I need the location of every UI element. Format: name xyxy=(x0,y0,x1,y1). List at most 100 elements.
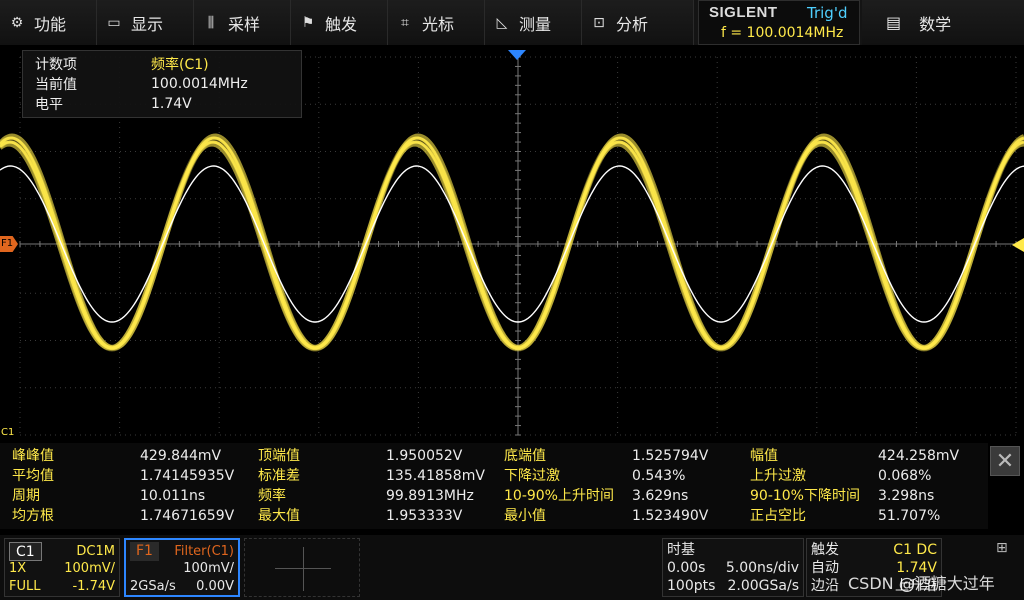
measurement-label: 正占空比 xyxy=(750,508,806,524)
measurement-label: 10-90%上升时间 xyxy=(504,488,614,504)
c1-offset-marker[interactable]: C1 xyxy=(1,427,14,438)
add-channel-slot[interactable] xyxy=(244,538,360,597)
trigger-mode: 自动 xyxy=(811,560,839,576)
measurement-label: 周期 xyxy=(12,488,40,504)
menu-display-label: 显示 xyxy=(131,14,164,34)
trigger-title: 触发 xyxy=(811,542,839,558)
menu-function[interactable]: ⚙ 功能 xyxy=(0,0,97,45)
math-label: 数学 xyxy=(919,14,952,34)
gear-icon: ⚙ xyxy=(10,14,24,31)
measurement-row: 均方根 1.74671659V 最大值 1.953333V 最小值 1.523490V 正占… xyxy=(0,506,988,526)
timebase-scale: 5.00ns/div xyxy=(725,560,799,576)
measurement-close-button[interactable]: ✕ xyxy=(990,446,1020,476)
trigger-status: Trig'd xyxy=(807,4,848,22)
measurement-value: 51.707% xyxy=(878,508,941,524)
menu-measure[interactable]: ◺ 测量 xyxy=(485,0,582,45)
ch1-waveform-trace xyxy=(0,141,1024,351)
measurement-label: 最大值 xyxy=(258,508,300,524)
channel-f1-rate: 2GSa/s xyxy=(130,579,176,594)
menu-trigger-label: 触发 xyxy=(325,14,358,34)
counter-value: 1.74V xyxy=(151,96,192,112)
timebase-rate: 2.00GSa/s xyxy=(727,578,800,594)
measurement-label: 平均值 xyxy=(12,468,54,484)
flag-icon: ⚑ xyxy=(301,14,315,31)
menu-cursor-label: 光标 xyxy=(422,14,455,34)
measurement-value: 1.525794V xyxy=(632,448,709,464)
measurement-value: 0.543% xyxy=(632,468,686,484)
counter-key: 当前值 xyxy=(35,77,77,93)
counter-key: 电平 xyxy=(35,97,63,113)
measurement-value: 1.953333V xyxy=(386,508,463,524)
measurement-label: 峰峰值 xyxy=(12,448,54,464)
measurement-label: 最小值 xyxy=(504,508,546,524)
watermark-text: CSDN @酒糖大过年 xyxy=(848,574,995,593)
channel-c1-scale: 100mV/ xyxy=(64,561,115,576)
counter-row: 电平 1.74V xyxy=(35,94,289,114)
menu-acquire-label: 采样 xyxy=(228,14,261,34)
channel-c1-box[interactable]: C1 DC1M 1X 100mV/ FULL -1.74V xyxy=(4,538,120,597)
math-button[interactable]: ▤ 数学 xyxy=(862,0,1024,45)
menu-analyze[interactable]: ⊡ 分析 xyxy=(582,0,694,45)
measurement-label: 顶端值 xyxy=(258,448,300,464)
measurement-value: 10.011ns xyxy=(140,488,206,504)
counter-value: 频率(C1) xyxy=(151,57,209,73)
counter-value: 100.0014MHz xyxy=(151,76,248,92)
measurement-value: 0.068% xyxy=(878,468,932,484)
measurement-value: 1.74671659V xyxy=(140,508,235,524)
menu-acquire[interactable]: ⫼ 采样 xyxy=(194,0,291,45)
timebase-points: 100pts xyxy=(667,578,716,594)
measurement-row: 平均值 1.74145935V 标准差 135.41858mV 下降过激 0.543% 上升… xyxy=(0,466,988,486)
channel-f1-box[interactable]: F1 Filter(C1) 100mV/ 2GSa/s 0.00V xyxy=(124,538,240,597)
menu-trigger[interactable]: ⚑ 触发 xyxy=(291,0,388,45)
counter-key: 计数项 xyxy=(35,57,77,73)
menu-cursor[interactable]: ⌗ 光标 xyxy=(388,0,485,45)
frequency-counter-panel: 计数项 频率(C1) 当前值 100.0014MHz 电平 1.74V xyxy=(22,50,302,118)
trigger-frequency: f = 100.0014MHz xyxy=(721,25,844,41)
close-icon: ✕ xyxy=(995,448,1015,474)
analyze-icon: ⊡ xyxy=(593,14,605,31)
trigger-type: 边沿 xyxy=(811,578,839,594)
channel-f1-scale: 100mV/ xyxy=(183,561,234,576)
measurement-row: 周期 10.011ns 频率 99.8913MHz 10-90%上升时间 3.629ns 9… xyxy=(0,486,988,506)
counter-row: 当前值 100.0014MHz xyxy=(35,74,289,94)
measurement-value: 1.523490V xyxy=(632,508,709,524)
measurement-label: 底端值 xyxy=(504,448,546,464)
measurement-value: 135.41858mV xyxy=(386,468,485,484)
measurement-label: 频率 xyxy=(258,488,286,504)
measurement-label: 均方根 xyxy=(12,508,54,524)
measurement-label: 下降过激 xyxy=(504,468,560,484)
channel-f1-offset: 0.00V xyxy=(196,579,234,594)
measurement-value: 3.298ns xyxy=(878,488,935,504)
measurement-label: 标准差 xyxy=(258,468,300,484)
display-icon: ▭ xyxy=(107,14,121,31)
math-icon: ▤ xyxy=(886,13,902,32)
measurement-value: 3.629ns xyxy=(632,488,689,504)
channel-c1-probe: 1X xyxy=(9,561,27,576)
menu-function-label: 功能 xyxy=(34,14,67,34)
menu-display[interactable]: ▭ 显示 xyxy=(97,0,194,45)
measurement-label: 90-10%下降时间 xyxy=(750,488,860,504)
measurement-label: 幅值 xyxy=(750,448,778,464)
timebase-delay: 0.00s xyxy=(667,560,706,576)
measurement-panel: 峰峰值 429.844mV 顶端值 1.950052V 底端值 1.525794V 幅值 42… xyxy=(0,443,988,529)
measurement-value: 1.950052V xyxy=(386,448,463,464)
timebase-title: 时基 xyxy=(667,542,695,558)
measurement-label: 上升过激 xyxy=(750,468,806,484)
brand-status-box: SIGLENT Trig'd f = 100.0014MHz xyxy=(698,0,860,45)
channel-c1-offset: -1.74V xyxy=(72,579,115,594)
top-menu-bar: ⚙ 功能 ▭ 显示 ⫼ 采样 ⚑ 触发 ⌗ 光标 ◺ 测量 ⊡ 分析 SIGLE… xyxy=(0,0,1024,45)
menu-measure-label: 测量 xyxy=(519,14,552,34)
measurement-value: 429.844mV xyxy=(140,448,222,464)
counter-row: 计数项 频率(C1) xyxy=(35,54,289,74)
measurement-value: 99.8913MHz xyxy=(386,488,474,504)
brand-logo: SIGLENT xyxy=(709,4,778,21)
plus-icon-vertical xyxy=(303,547,304,591)
trigger-source: C1 DC xyxy=(893,542,937,558)
timebase-box[interactable]: 时基 0.00s 5.00ns/div 100pts 2.00GSa/s xyxy=(662,538,804,597)
cursor-icon: ⌗ xyxy=(401,14,409,31)
acquire-icon: ⫼ xyxy=(207,14,215,31)
measure-icon: ◺ xyxy=(496,14,508,31)
measurement-value: 424.258mV xyxy=(878,448,960,464)
measurement-value: 1.74145935V xyxy=(140,468,235,484)
network-icon[interactable]: ⊞ xyxy=(996,540,1008,556)
